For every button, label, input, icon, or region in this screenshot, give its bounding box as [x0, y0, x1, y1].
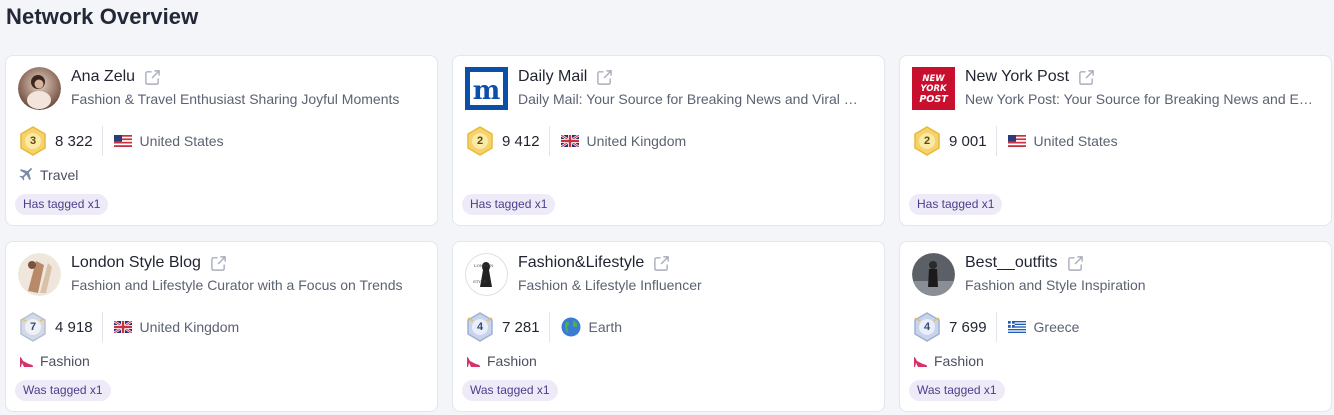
- country-label: United States: [1033, 133, 1118, 149]
- profile-description: Daily Mail: Your Source for Breaking New…: [518, 91, 858, 107]
- profile-card[interactable]: Ana Zelu Fashion & Travel Enthusiast Sha…: [5, 55, 438, 226]
- tag-badge: Has tagged x1: [909, 194, 1003, 215]
- tag-badge: Was tagged x1: [15, 380, 111, 401]
- external-link-icon[interactable]: [210, 255, 227, 272]
- country-label: Earth: [588, 319, 623, 335]
- category: Fashion: [912, 353, 984, 369]
- us-flag-icon: [113, 135, 132, 147]
- profile-description: Fashion & Lifestyle Influencer: [518, 277, 702, 293]
- profile-name[interactable]: New York Post: [965, 68, 1069, 86]
- network-grid: Ana Zelu Fashion & Travel Enthusiast Sha…: [5, 55, 1332, 412]
- follower-count: 8 322: [55, 132, 93, 150]
- level-badge-icon: 2: [912, 126, 942, 156]
- profile-card[interactable]: NEW YORK POST New York Post New York Post:…: [899, 55, 1332, 226]
- country-label: United Kingdom: [139, 319, 240, 335]
- external-link-icon[interactable]: [653, 255, 670, 272]
- uk-flag-icon: [113, 321, 132, 333]
- follower-count: 9 412: [502, 132, 540, 150]
- uk-flag-icon: [560, 135, 579, 147]
- category: Travel: [18, 167, 78, 183]
- avatar[interactable]: [18, 253, 61, 296]
- profile-description: New York Post: Your Source for Breaking …: [965, 91, 1313, 107]
- svg-text:m: m: [473, 76, 501, 106]
- profile-description: Fashion & Travel Enthusiast Sharing Joyf…: [71, 91, 400, 107]
- page-title: Network Overview: [6, 4, 199, 29]
- country-label: United Kingdom: [586, 133, 687, 149]
- avatar[interactable]: NEW YORK POST: [912, 67, 955, 110]
- follower-count: 7 281: [502, 318, 540, 336]
- globe-icon: [561, 317, 581, 337]
- external-link-icon[interactable]: [144, 69, 161, 86]
- profile-card[interactable]: LONDON STYLE Fashion&Lifestyle Fashion & …: [452, 241, 885, 412]
- profile-stats: 2 9 001 United States: [912, 125, 1118, 157]
- level-badge-icon: 3: [18, 126, 48, 156]
- profile-name[interactable]: Best__outfits: [965, 254, 1058, 272]
- divider: [548, 126, 550, 156]
- profile-description: Fashion and Style Inspiration: [965, 277, 1146, 293]
- svg-text:YORK: YORK: [920, 84, 948, 94]
- follower-count: 9 001: [949, 132, 987, 150]
- svg-text:POST: POST: [919, 94, 949, 105]
- tag-badge: Was tagged x1: [462, 380, 558, 401]
- profile-description: Fashion and Lifestyle Curator with a Foc…: [71, 277, 403, 293]
- category-label: Fashion: [40, 353, 90, 369]
- level-badge-icon: 4: [912, 312, 942, 342]
- level-badge-icon: 7: [18, 312, 48, 342]
- category-label: Fashion: [487, 353, 537, 369]
- profile-stats: 3 8 322 United States: [18, 125, 224, 157]
- profile-stats: 7 4 918 United Kingdom: [18, 311, 239, 343]
- gr-flag-icon: [1007, 321, 1026, 333]
- high-heel-icon: [914, 357, 927, 367]
- tag-badge: Has tagged x1: [462, 194, 556, 215]
- profile-name[interactable]: London Style Blog: [71, 254, 201, 272]
- profile-stats: 4 7 699 Greece: [912, 311, 1079, 343]
- svg-text:STYLE: STYLE: [473, 279, 487, 284]
- profile-name[interactable]: Daily Mail: [518, 68, 587, 86]
- airplane-icon: [19, 167, 33, 181]
- avatar[interactable]: [912, 253, 955, 296]
- high-heel-icon: [467, 357, 480, 367]
- external-link-icon[interactable]: [1067, 255, 1084, 272]
- follower-count: 7 699: [949, 318, 987, 336]
- category: Fashion: [465, 353, 537, 369]
- external-link-icon[interactable]: [1078, 69, 1095, 86]
- profile-card[interactable]: m Daily Mail Daily Mail: Your Source for…: [452, 55, 885, 226]
- divider: [101, 126, 103, 156]
- divider: [101, 312, 103, 342]
- follower-count: 4 918: [55, 318, 93, 336]
- category-label: Travel: [40, 167, 79, 183]
- avatar[interactable]: m: [465, 67, 508, 110]
- country-label: United States: [139, 133, 224, 149]
- level-badge-icon: 4: [465, 312, 495, 342]
- profile-stats: 2 9 412 United Kingdom: [465, 125, 686, 157]
- divider: [548, 312, 550, 342]
- level-badge-icon: 2: [465, 126, 495, 156]
- category: Fashion: [18, 353, 90, 369]
- avatar[interactable]: LONDON STYLE: [465, 253, 508, 296]
- profile-card[interactable]: London Style Blog Fashion and Lifestyle …: [5, 241, 438, 412]
- divider: [995, 312, 997, 342]
- divider: [995, 126, 997, 156]
- profile-name[interactable]: Fashion&Lifestyle: [518, 254, 644, 272]
- country-label: Greece: [1033, 319, 1080, 335]
- external-link-icon[interactable]: [596, 69, 613, 86]
- profile-stats: 4 7 281 Earth: [465, 311, 622, 343]
- avatar[interactable]: [18, 67, 61, 110]
- high-heel-icon: [20, 357, 33, 367]
- svg-text:LONDON: LONDON: [474, 263, 494, 268]
- tag-badge: Has tagged x1: [15, 194, 109, 215]
- svg-text:NEW: NEW: [922, 74, 945, 84]
- us-flag-icon: [1007, 135, 1026, 147]
- tag-badge: Was tagged x1: [909, 380, 1005, 401]
- category-label: Fashion: [934, 353, 984, 369]
- profile-name[interactable]: Ana Zelu: [71, 68, 135, 86]
- profile-card[interactable]: Best__outfits Fashion and Style Inspirat…: [899, 241, 1332, 412]
